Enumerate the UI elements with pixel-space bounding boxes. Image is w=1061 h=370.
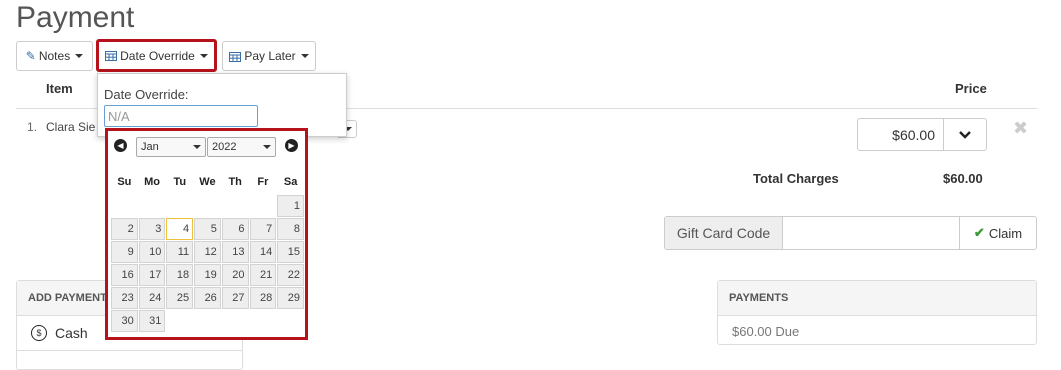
calendar-day[interactable]: 6 [221, 218, 249, 240]
weekday-header: Tu [173, 176, 187, 188]
price-value: $60.00 [858, 119, 944, 150]
calendar-day[interactable]: 22 [277, 264, 304, 286]
calendar-empty-cell [250, 195, 277, 217]
calendar-day[interactable]: 14 [249, 241, 277, 263]
year-value: 2022 [212, 141, 237, 153]
gift-card-label: Gift Card Code [665, 217, 783, 249]
payments-header: PAYMENTS [718, 281, 1036, 316]
calendar-day[interactable]: 21 [249, 264, 277, 286]
item-column-header: Item [46, 81, 73, 96]
weekday-header: We [199, 176, 216, 188]
calendar-empty-cell [222, 195, 249, 217]
remove-item-icon[interactable]: ✖ [1013, 118, 1028, 139]
calendar-day[interactable]: 16 [111, 264, 138, 286]
calendar-empty-cell [222, 310, 249, 332]
calendar-empty-cell [277, 310, 304, 332]
weekday-header: Su [117, 176, 132, 188]
calendar-day[interactable]: 27 [221, 287, 249, 309]
calendar-day[interactable]: 13 [221, 241, 249, 263]
calendar-day[interactable]: 19 [194, 264, 221, 286]
row-item-name: Clara Sie [46, 120, 96, 134]
caret-down-icon [300, 54, 309, 58]
payments-due: $60.00 Due [732, 323, 800, 339]
calendar-empty-cell [166, 310, 193, 332]
calendar-empty-cell [250, 310, 277, 332]
calendar-day[interactable]: 24 [138, 287, 166, 309]
weekday-header: Mo [144, 176, 160, 188]
dollar-icon: $ [31, 325, 47, 341]
calendar-day[interactable]: 4 [166, 218, 194, 240]
calendar-day[interactable]: 23 [111, 287, 138, 309]
date-override-field-label: Date Override: [104, 87, 189, 102]
calendar-day[interactable]: 1 [277, 195, 304, 217]
prev-month-icon[interactable]: ◀ [114, 139, 127, 152]
calendar-day[interactable]: 29 [277, 287, 304, 309]
price-column-header: Price [955, 81, 987, 96]
calendar-day[interactable]: 30 [111, 310, 138, 332]
calendar-grid: Su Mo Tu We Th Fr Sa 1 2 3 4 5 6 7 8 9 10 11 12 13 14 15 16 17… [110, 169, 305, 333]
pencil-icon: ✎ [25, 49, 36, 63]
claim-label: Claim [988, 225, 1023, 241]
calendar-day[interactable]: 2 [111, 218, 138, 240]
caret-down-icon [199, 53, 208, 58]
pay-later-button[interactable]: Pay Later [222, 41, 316, 71]
price-select[interactable]: $60.00 [857, 118, 987, 151]
payments-panel: PAYMENTS $60.00 Due [717, 280, 1037, 345]
caret-down-icon [263, 145, 271, 149]
calendar-day[interactable]: 5 [194, 218, 221, 240]
calendar-day[interactable]: 7 [249, 218, 277, 240]
date-override-button[interactable]: Date Override [96, 39, 217, 72]
weekday-header: Fr [257, 176, 269, 188]
total-charges-value: $60.00 [943, 171, 983, 186]
weekday-header: Sa [283, 176, 298, 188]
check-icon: ✔ [973, 225, 985, 240]
calendar-empty-cell [194, 310, 221, 332]
date-override-label: Date Override [120, 48, 195, 63]
calendar-day[interactable]: 17 [138, 264, 166, 286]
notes-label: Notes [38, 49, 71, 63]
gift-card-group: Gift Card Code ✔ Claim [664, 216, 1037, 250]
calendar-day[interactable]: 31 [138, 310, 166, 332]
calendar-day[interactable]: 9 [111, 241, 138, 263]
date-override-input[interactable] [104, 105, 258, 127]
claim-button[interactable]: ✔ Claim [960, 217, 1036, 249]
caret-down-icon [193, 145, 201, 149]
calendar-empty-cell [139, 195, 166, 217]
datepicker: ◀ Jan 2022 ▶ Su Mo Tu We Th Fr Sa 1 2 3 4 5 6 7 8 9 10 1… [105, 128, 308, 340]
calendar-day[interactable]: 28 [249, 287, 277, 309]
row-number: 1. [27, 120, 38, 134]
pay-later-label: Pay Later [244, 49, 296, 63]
page-title: Payment [16, 1, 135, 34]
calendar-day[interactable]: 18 [166, 264, 194, 286]
calendar-empty-cell [111, 195, 138, 217]
calendar-day[interactable]: 8 [277, 218, 304, 240]
next-month-icon[interactable]: ▶ [285, 139, 298, 152]
calendar-empty-cell [166, 195, 193, 217]
total-charges-label: Total Charges [753, 171, 839, 186]
calendar-day[interactable]: 25 [166, 287, 194, 309]
calendar-day[interactable]: 10 [138, 241, 166, 263]
calendar-empty-cell [194, 195, 221, 217]
calendar-day[interactable]: 26 [194, 287, 221, 309]
chevron-down-icon[interactable] [944, 119, 986, 150]
notes-button[interactable]: ✎ Notes [16, 41, 93, 71]
calendar-day[interactable]: 15 [277, 241, 304, 263]
month-select[interactable]: Jan [136, 137, 206, 157]
calendar-day[interactable]: 20 [221, 264, 249, 286]
calendar-day[interactable]: 3 [138, 218, 166, 240]
calendar-day[interactable]: 11 [166, 241, 194, 263]
gift-card-input[interactable] [783, 217, 960, 249]
month-value: Jan [141, 141, 159, 153]
year-select[interactable]: 2022 [207, 137, 276, 157]
calendar-icon [105, 51, 118, 61]
calendar-icon [229, 51, 242, 62]
weekday-header: Th [228, 176, 242, 188]
caret-down-icon [75, 54, 84, 58]
payment-method-label: Cash [55, 325, 88, 341]
calendar-day[interactable]: 12 [194, 241, 221, 263]
